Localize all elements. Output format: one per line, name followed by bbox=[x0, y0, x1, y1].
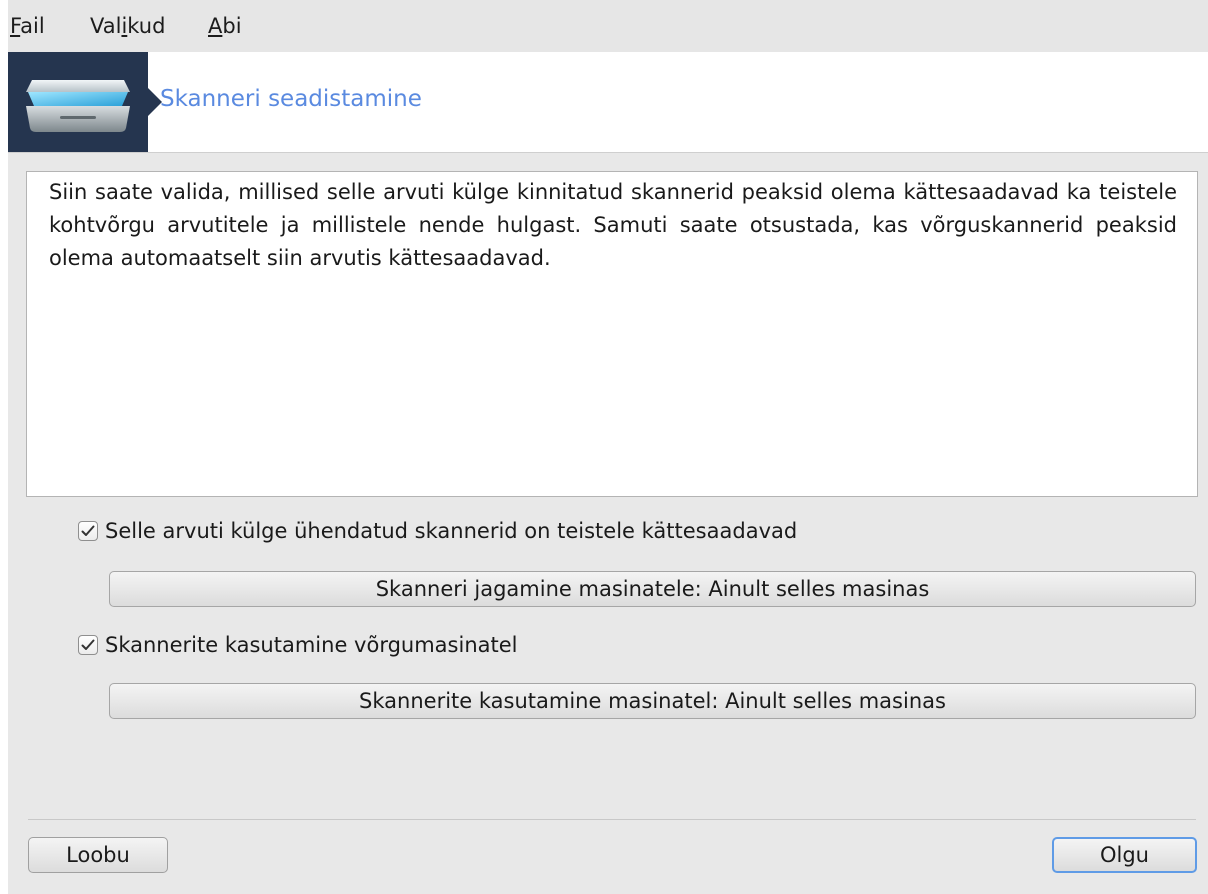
menu-options[interactable]: Valikud bbox=[90, 14, 165, 38]
share-local-scanners-option[interactable]: Selle arvuti külge ühendatud skannerid o… bbox=[78, 516, 797, 546]
use-remote-checkbox[interactable] bbox=[78, 635, 98, 655]
page-title: Skanneri seadistamine bbox=[160, 86, 422, 112]
share-local-checkbox[interactable] bbox=[78, 521, 98, 541]
bottom-divider bbox=[28, 819, 1196, 820]
description-box: Siin saate valida, millised selle arvuti… bbox=[26, 171, 1198, 497]
scanner-settings-window: Fail Valikud Abi Skanneri seadistamine S… bbox=[8, 0, 1208, 894]
menu-bar: Fail Valikud Abi bbox=[8, 0, 1208, 52]
header-icon-area bbox=[8, 52, 148, 152]
checkmark-icon bbox=[81, 525, 95, 536]
ok-button[interactable]: Olgu bbox=[1052, 837, 1197, 873]
use-remote-scanners-option[interactable]: Skannerite kasutamine võrgumasinatel bbox=[78, 630, 517, 660]
cancel-button[interactable]: Loobu bbox=[28, 837, 168, 873]
remote-hosts-button[interactable]: Skannerite kasutamine masinatel: Ainult … bbox=[109, 683, 1196, 719]
menu-help[interactable]: Abi bbox=[208, 14, 242, 38]
menu-file[interactable]: Fail bbox=[10, 14, 45, 38]
share-hosts-button[interactable]: Skanneri jagamine masinatele: Ainult sel… bbox=[109, 571, 1196, 607]
header-divider bbox=[8, 152, 1208, 153]
header-banner: Skanneri seadistamine bbox=[8, 52, 1208, 152]
use-remote-label: Skannerite kasutamine võrgumasinatel bbox=[105, 633, 518, 657]
checkmark-icon bbox=[81, 639, 95, 650]
scanner-icon bbox=[26, 80, 130, 132]
share-local-label: Selle arvuti külge ühendatud skannerid o… bbox=[105, 519, 798, 543]
description-text: Siin saate valida, millised selle arvuti… bbox=[49, 180, 1177, 270]
